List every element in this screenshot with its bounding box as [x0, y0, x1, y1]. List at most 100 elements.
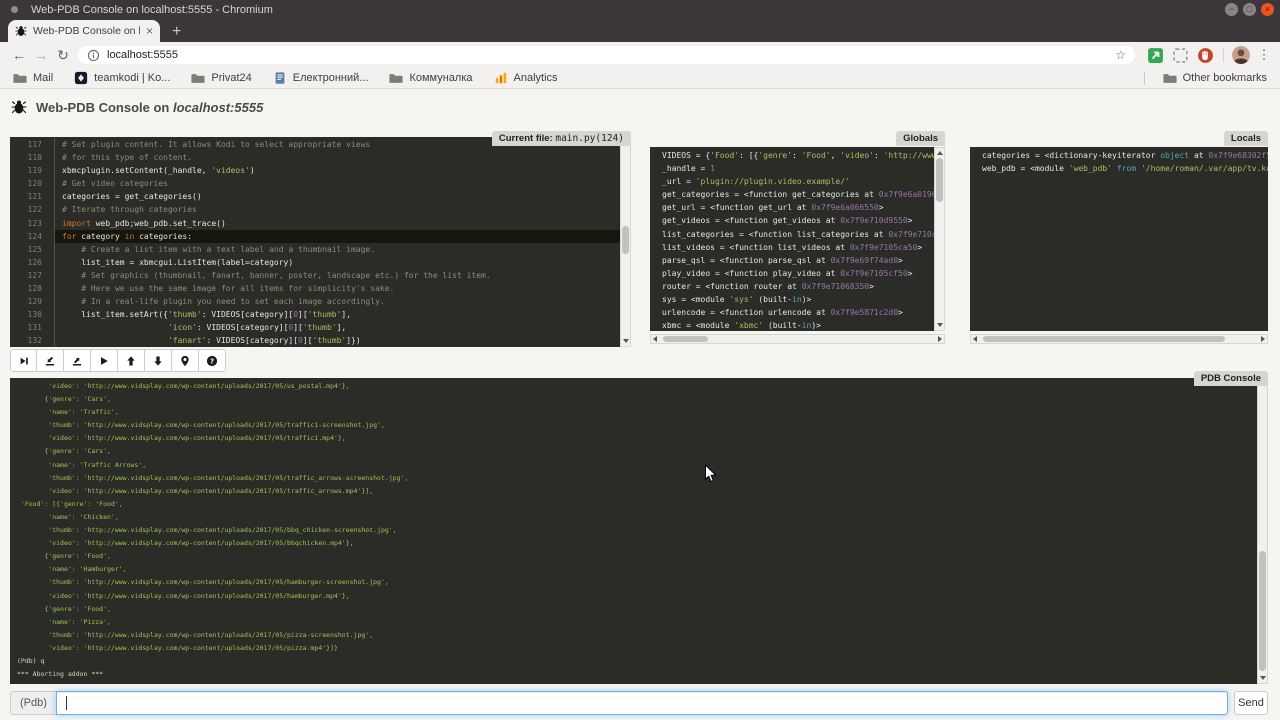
console-line: 'video': 'http://www.vidsplay.com/wp-con… — [17, 642, 1257, 655]
where-button[interactable] — [172, 349, 199, 372]
current-file-name: main.py(124) — [555, 133, 624, 144]
console-line: {'genre': 'Cars', — [17, 445, 1257, 458]
window-icon — [11, 6, 18, 13]
console-scrollbar-thumb[interactable] — [1259, 551, 1266, 671]
send-button[interactable]: Send — [1234, 691, 1268, 715]
line-number: 124 — [10, 230, 55, 243]
svg-text:?: ? — [210, 356, 214, 365]
code-text: # Iterate through categories — [55, 203, 620, 216]
new-tab-button[interactable]: + — [172, 22, 181, 42]
variable-line: urlencode = <function urlencode at 0x7f9… — [662, 306, 934, 319]
url-text: localhost:5555 — [107, 49, 1115, 61]
kodi-icon — [74, 71, 88, 85]
continue-button[interactable] — [91, 349, 118, 372]
pdb-console-label: PDB Console — [1194, 371, 1268, 386]
debug-toolbar: ? — [10, 349, 226, 372]
line-number: 120 — [10, 177, 55, 190]
code-line-current: 124for category in categories: — [10, 230, 620, 243]
code-text: categories = get_categories() — [55, 190, 620, 203]
bookmark-item[interactable]: Privat24 — [191, 71, 251, 85]
bookmark-label: Електронний... — [293, 72, 369, 84]
console-line: 'thumb': 'http://www.vidsplay.com/wp-con… — [17, 629, 1257, 642]
code-line: 121categories = get_categories() — [10, 190, 620, 203]
doc-icon — [273, 71, 287, 85]
other-bookmarks[interactable]: Other bookmarks — [1144, 71, 1267, 85]
console-line: 'video': 'http://www.vidsplay.com/wp-con… — [17, 485, 1257, 498]
line-number: 117 — [10, 138, 55, 151]
forward-icon[interactable]: → — [30, 47, 52, 63]
scroll-right-arrow-icon[interactable] — [938, 336, 942, 342]
bookmark-item[interactable]: Електронний... — [273, 71, 369, 85]
command-input[interactable] — [56, 691, 1228, 715]
console-line: 'name': 'Pizza', — [17, 616, 1257, 629]
bookmark-item[interactable]: Analytics — [494, 71, 558, 85]
minimize-button[interactable]: − — [1225, 3, 1238, 16]
return-button[interactable] — [64, 349, 91, 372]
window-controls: − □ × — [1225, 3, 1274, 16]
code-scrollbar-thumb[interactable] — [622, 226, 629, 254]
step-into-button[interactable] — [37, 349, 64, 372]
down-button[interactable] — [145, 349, 172, 372]
bookmark-item[interactable]: Mail — [13, 71, 53, 85]
help-button[interactable]: ? — [199, 349, 226, 372]
variable-line: get_url = <function get_url at 0x7f9e6a0… — [662, 201, 934, 214]
tab-close-icon[interactable]: × — [146, 25, 153, 37]
profile-avatar[interactable] — [1232, 46, 1250, 64]
scroll-down-arrow-icon[interactable] — [623, 339, 629, 343]
code-line: 127 # Set graphics (thumbnail, fanart, b… — [10, 269, 620, 282]
console-line: 'video': 'http://www.vidsplay.com/wp-con… — [17, 432, 1257, 445]
variable-line: play_video = <function play_video at 0x7… — [662, 267, 934, 280]
locals-hscrollbar[interactable] — [970, 334, 1268, 344]
browser-menu-icon[interactable]: ⋮ — [1256, 47, 1272, 63]
folder-icon — [13, 71, 27, 85]
bookmark-star-icon[interactable]: ☆ — [1115, 48, 1126, 62]
code-line: 123import web_pdb;web_pdb.set_trace() — [10, 217, 620, 230]
line-number: 129 — [10, 295, 55, 308]
scroll-down-arrow-icon[interactable] — [1260, 676, 1266, 680]
globals-vscrollbar[interactable] — [934, 147, 945, 331]
folder-icon — [389, 71, 403, 85]
reload-icon[interactable]: ↻ — [52, 47, 74, 64]
tab-title: Web-PDB Console on loca — [33, 25, 140, 37]
back-icon[interactable]: ← — [8, 47, 30, 63]
console-scrollbar[interactable] — [1257, 378, 1268, 684]
scroll-right-arrow-icon[interactable] — [1261, 336, 1265, 342]
page-title-host: localhost:5555 — [173, 100, 263, 115]
variable-line: router = <function router at 0x7f9e71068… — [662, 280, 934, 293]
address-bar[interactable]: localhost:5555 ☆ — [78, 46, 1135, 64]
bookmark-label: teamkodi | Ko... — [94, 72, 170, 84]
bookmark-item[interactable]: teamkodi | Ko... — [74, 71, 170, 85]
scroll-left-arrow-icon[interactable] — [973, 336, 977, 342]
extension-capture-icon[interactable] — [1172, 47, 1189, 64]
scroll-left-arrow-icon[interactable] — [653, 336, 657, 342]
code-text: # Create a list item with a text label a… — [55, 243, 620, 256]
code-text: import web_pdb;web_pdb.set_trace() — [55, 217, 620, 230]
bookmark-item[interactable]: Коммуналка — [389, 71, 472, 85]
code-text: 'icon': VIDEOS[category][0]['thumb'], — [55, 321, 620, 334]
next-button[interactable] — [10, 349, 37, 372]
browser-tab[interactable]: Web-PDB Console on loca × — [8, 20, 160, 42]
extension-red-hand-icon[interactable] — [1197, 47, 1214, 64]
code-scrollbar[interactable] — [620, 137, 631, 347]
locals-hscrollbar-thumb[interactable] — [983, 336, 1225, 342]
code-line: 118# for this type of content. — [10, 151, 620, 164]
code-text: list_item = xbmcgui.ListItem(label=categ… — [55, 256, 620, 269]
maximize-button[interactable]: □ — [1243, 3, 1256, 16]
scroll-up-arrow-icon[interactable] — [937, 151, 943, 155]
scroll-down-arrow-icon[interactable] — [937, 323, 943, 327]
code-line: 126 list_item = xbmcgui.ListItem(label=c… — [10, 256, 620, 269]
globals-hscrollbar[interactable] — [650, 334, 945, 344]
code-text: # for this type of content. — [55, 151, 620, 164]
window-titlebar: Web-PDB Console on localhost:5555 - Chro… — [0, 0, 1280, 19]
up-button[interactable] — [118, 349, 145, 372]
variable-line: _url = 'plugin://plugin.video.example/' — [662, 175, 934, 188]
globals-vscrollbar-thumb[interactable] — [936, 158, 943, 202]
globals-hscrollbar-thumb[interactable] — [663, 336, 708, 342]
bookmark-label: Privat24 — [211, 72, 251, 84]
extension-green-arrow-icon[interactable] — [1147, 47, 1164, 64]
console-line: (Pdb) q — [17, 655, 1257, 668]
locals-label: Locals — [1224, 131, 1268, 146]
close-button[interactable]: × — [1261, 3, 1274, 16]
variable-line: _handle = 1 — [662, 162, 934, 175]
screen: Web-PDB Console on localhost:5555 - Chro… — [0, 0, 1280, 720]
